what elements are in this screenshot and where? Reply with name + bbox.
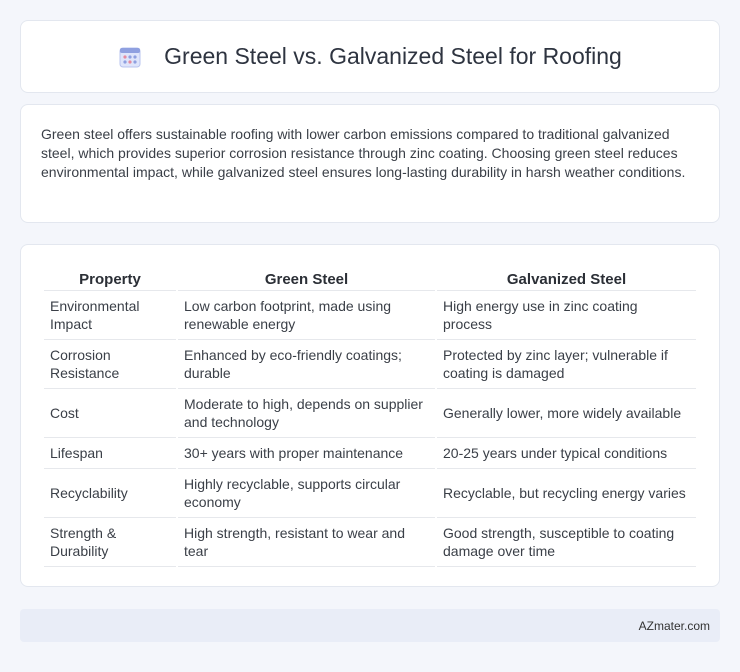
column-header-green-steel: Green Steel [178, 265, 435, 291]
calendar-icon [118, 45, 142, 69]
table-row: Corrosion Resistance Enhanced by eco-fri… [44, 340, 696, 389]
table-cell-property: Environmental Impact [44, 291, 176, 340]
column-header-property: Property [44, 265, 176, 291]
table-row: Lifespan 30+ years with proper maintenan… [44, 438, 696, 469]
table-cell-green-steel: Highly recyclable, supports circular eco… [178, 469, 435, 518]
intro-text: Green steel offers sustainable roofing w… [41, 126, 686, 180]
table-row: Environmental Impact Low carbon footprin… [44, 291, 696, 340]
table-row: Cost Moderate to high, depends on suppli… [44, 389, 696, 438]
page-title: Green Steel vs. Galvanized Steel for Roo… [164, 43, 622, 69]
comparison-table: Property Green Steel Galvanized Steel En… [42, 265, 698, 567]
table-cell-property: Cost [44, 389, 176, 438]
column-header-galvanized-steel: Galvanized Steel [437, 265, 696, 291]
table-cell-property: Corrosion Resistance [44, 340, 176, 389]
comparison-table-card: Property Green Steel Galvanized Steel En… [20, 244, 720, 587]
table-cell-property: Strength & Durability [44, 518, 176, 567]
table-cell-green-steel: Enhanced by eco-friendly coatings; durab… [178, 340, 435, 389]
footer: AZmater.com [20, 609, 720, 642]
table-row: Recyclability Highly recyclable, support… [44, 469, 696, 518]
footer-brand: AZmater.com [638, 618, 710, 633]
table-cell-property: Recyclability [44, 469, 176, 518]
table-cell-galvanized-steel: Recyclable, but recycling energy varies [437, 469, 696, 518]
table-cell-green-steel: High strength, resistant to wear and tea… [178, 518, 435, 567]
table-cell-galvanized-steel: Protected by zinc layer; vulnerable if c… [437, 340, 696, 389]
table-cell-green-steel: 30+ years with proper maintenance [178, 438, 435, 469]
table-cell-green-steel: Moderate to high, depends on supplier an… [178, 389, 435, 438]
table-cell-galvanized-steel: Good strength, susceptible to coating da… [437, 518, 696, 567]
table-header-row: Property Green Steel Galvanized Steel [44, 265, 696, 291]
table-cell-property: Lifespan [44, 438, 176, 469]
table-cell-green-steel: Low carbon footprint, made using renewab… [178, 291, 435, 340]
intro-card: Green steel offers sustainable roofing w… [20, 104, 720, 223]
table-row: Strength & Durability High strength, res… [44, 518, 696, 567]
table-cell-galvanized-steel: 20-25 years under typical conditions [437, 438, 696, 469]
title-card: Green Steel vs. Galvanized Steel for Roo… [20, 20, 720, 93]
table-cell-galvanized-steel: Generally lower, more widely available [437, 389, 696, 438]
table-cell-galvanized-steel: High energy use in zinc coating process [437, 291, 696, 340]
